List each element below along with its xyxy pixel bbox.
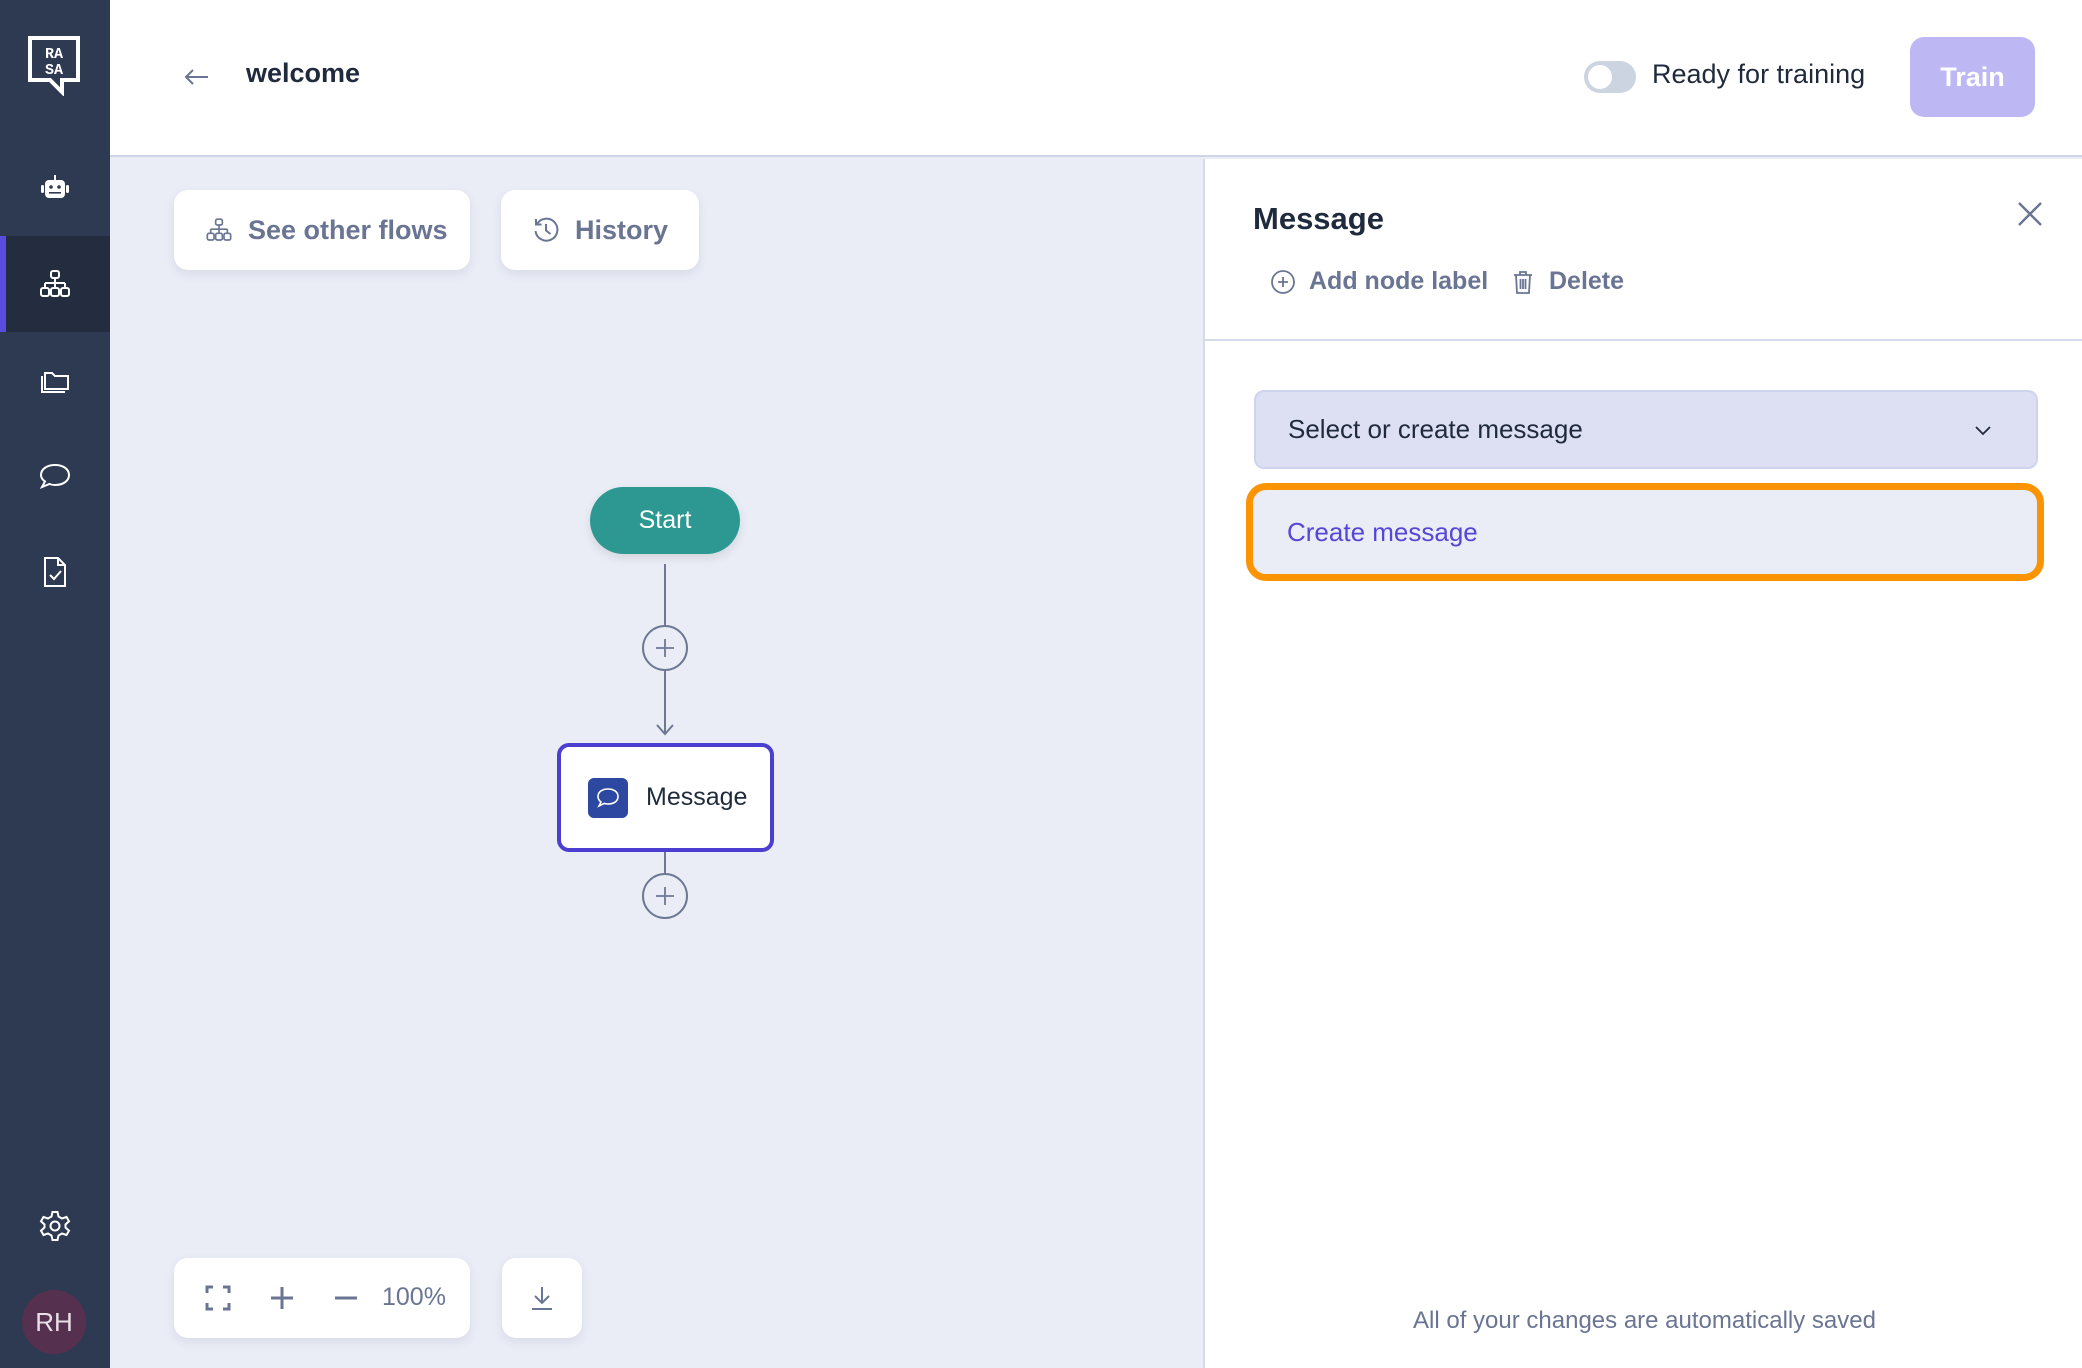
panel-title: Message: [1253, 201, 1384, 236]
flow-canvas[interactable]: See other flows History Start Message 10…: [110, 159, 1203, 1368]
create-message-label: Create message: [1287, 516, 1478, 547]
see-other-flows-label: See other flows: [248, 214, 448, 245]
add-node-label-button[interactable]: Add node label: [1269, 267, 1488, 296]
message-select-dropdown[interactable]: Select or create message: [1254, 390, 2038, 469]
panel-divider: [1205, 339, 2082, 341]
node-details-panel: Message Add node label Delete Select or …: [1203, 159, 2082, 1368]
gear-icon: [39, 1211, 71, 1241]
sidebar-item-conversations[interactable]: [0, 428, 110, 524]
header: welcome Ready for training Train: [110, 0, 2082, 157]
flows-icon: [206, 218, 232, 241]
sidebar: RA SA RH: [0, 0, 110, 1368]
message-node[interactable]: Message: [557, 743, 774, 852]
robot-icon: [41, 175, 69, 198]
download-button[interactable]: [502, 1258, 582, 1338]
sidebar-item-content[interactable]: [0, 332, 110, 428]
zoom-controls: 100%: [174, 1258, 470, 1338]
sidebar-item-flows[interactable]: [0, 236, 110, 332]
delete-node-button[interactable]: Delete: [1509, 267, 1624, 296]
minus-icon: [335, 1296, 357, 1300]
chevron-down-icon: [1975, 425, 1991, 435]
create-message-option[interactable]: Create message: [1246, 483, 2044, 581]
svg-text:SA: SA: [45, 62, 63, 79]
close-icon[interactable]: [2013, 197, 2047, 231]
train-button[interactable]: Train: [1910, 37, 2035, 117]
ready-for-training-toggle[interactable]: [1584, 61, 1636, 93]
fit-view-button[interactable]: [198, 1278, 238, 1318]
settings-button[interactable]: [0, 1178, 110, 1274]
message-node-icon: [588, 777, 628, 818]
arrow-left-icon[interactable]: [180, 60, 214, 94]
history-label: History: [575, 214, 669, 245]
history-icon: [534, 217, 559, 242]
file-check-icon: [44, 557, 66, 587]
ready-for-training-label: Ready for training: [1652, 59, 1866, 89]
zoom-level: 100%: [382, 1283, 446, 1311]
see-other-flows-button[interactable]: See other flows: [174, 190, 470, 270]
zoom-in-button[interactable]: [262, 1278, 302, 1318]
start-node[interactable]: Start: [590, 487, 740, 554]
message-node-label: Message: [646, 783, 748, 811]
user-avatar[interactable]: RH: [22, 1290, 86, 1354]
svg-text:RA: RA: [45, 46, 63, 63]
flows-icon: [40, 270, 70, 297]
add-step-button[interactable]: [642, 625, 688, 671]
add-step-button[interactable]: [642, 873, 688, 919]
plus-icon: [271, 1287, 293, 1309]
delete-label: Delete: [1549, 267, 1625, 295]
autosave-notice: All of your changes are automatically sa…: [1413, 1307, 1876, 1334]
chat-icon: [39, 463, 71, 489]
flow-title: welcome: [246, 58, 361, 88]
add-node-label-text: Add node label: [1309, 267, 1489, 295]
plus-icon: [656, 639, 674, 657]
trash-icon: [1514, 270, 1532, 294]
plus-circle-icon: [1271, 269, 1295, 294]
rasa-logo[interactable]: RA SA: [28, 36, 80, 96]
sidebar-item-assistant[interactable]: [0, 140, 110, 236]
folder-icon: [41, 372, 69, 393]
message-select-placeholder: Select or create message: [1288, 414, 1583, 444]
sidebar-item-testing[interactable]: [0, 524, 110, 620]
history-button[interactable]: History: [501, 190, 699, 270]
zoom-out-button[interactable]: [326, 1278, 366, 1318]
download-icon: [532, 1287, 552, 1310]
fullscreen-icon: [205, 1285, 231, 1311]
chat-icon: [597, 787, 619, 808]
plus-icon: [656, 887, 674, 905]
